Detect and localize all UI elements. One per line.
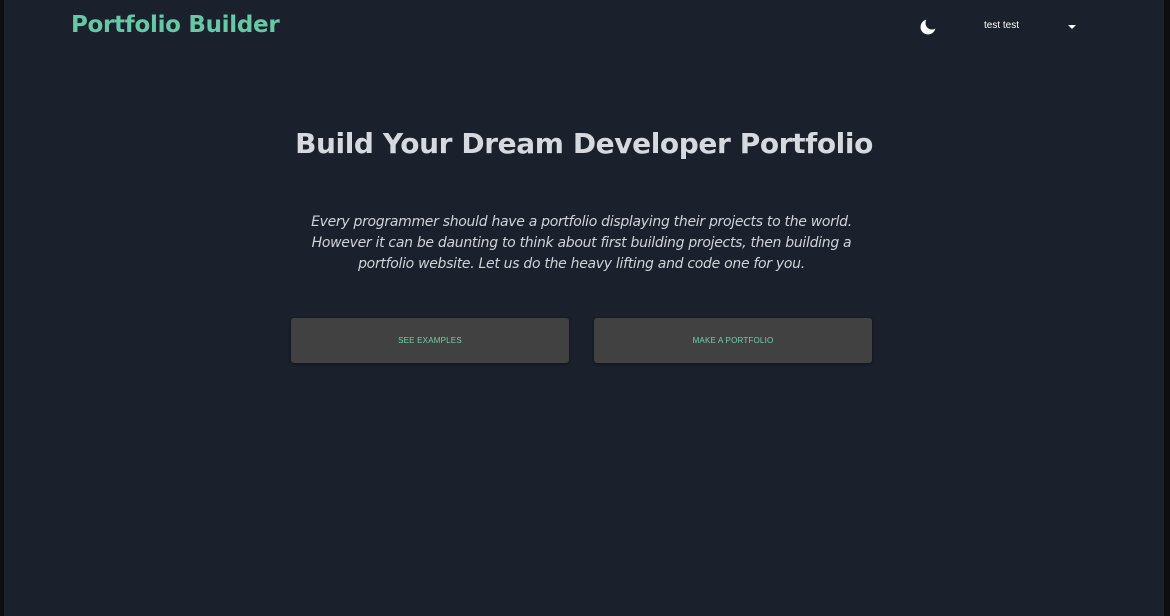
moon-icon-graphic <box>920 19 936 35</box>
see-examples-button[interactable]: SEE EXAMPLES <box>291 318 569 363</box>
make-portfolio-button[interactable]: MAKE A PORTFOLIO <box>594 318 872 363</box>
brand-logo[interactable]: Portfolio Builder <box>71 12 280 38</box>
app-frame: Portfolio Builder test test Build Your D… <box>4 0 1164 616</box>
caret-down-icon <box>1068 25 1076 29</box>
hero-title: Build Your Dream Developer Portfolio <box>295 127 873 160</box>
user-name: test test <box>984 20 1020 31</box>
moon-icon[interactable] <box>918 17 938 37</box>
user-menu[interactable]: test test <box>974 16 1084 38</box>
hero-description: Every programmer should have a portfolio… <box>311 214 852 272</box>
